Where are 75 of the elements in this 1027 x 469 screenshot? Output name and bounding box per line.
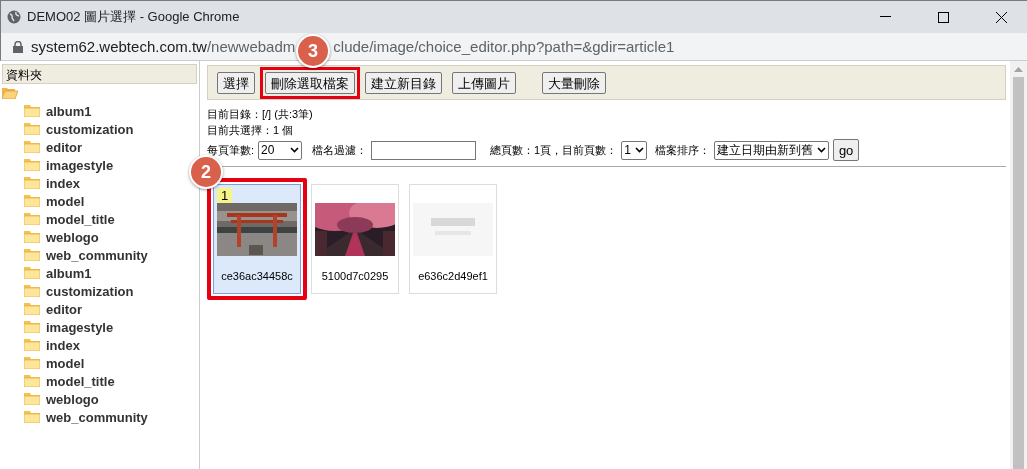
folder-icon (24, 375, 40, 387)
folder-icon (24, 321, 40, 333)
folder-name[interactable]: index (46, 337, 80, 353)
field-label: 檔案排序： (654, 142, 710, 158)
folder-icon (24, 123, 40, 135)
image-thumbnail[interactable]: 1 ce36ac34458c (213, 184, 301, 294)
minimize-icon (879, 16, 891, 18)
folder-icon (24, 231, 40, 243)
globe-icon (7, 10, 21, 24)
chevron-icon (290, 147, 300, 153)
close-icon (995, 11, 1007, 23)
folder-name[interactable]: model (46, 193, 85, 209)
filter-input[interactable] (371, 140, 477, 160)
folder-name[interactable]: album1 (46, 103, 92, 119)
folder-icon (24, 339, 40, 351)
go-button[interactable]: go (832, 139, 860, 161)
sort-select[interactable]: 建立日期由新到舊 (713, 140, 829, 160)
page-info: 總頁數：1頁，目前頁數： (490, 142, 618, 158)
toolbar-button[interactable]: 刪除選取檔案 (265, 71, 355, 94)
image-thumbnail[interactable]: e636c2d49ef1 (409, 184, 497, 294)
folder-name[interactable]: editor (46, 139, 83, 155)
folder-name[interactable]: model (46, 355, 85, 371)
file-name: 5100d7c0295 (320, 270, 390, 282)
folder-icon (24, 195, 40, 207)
chevron-icon (634, 147, 644, 153)
window-title: DEMO02 圖片選擇 - Google Chrome (27, 8, 241, 26)
folder-name[interactable]: index (46, 175, 80, 191)
url-text[interactable]: system62.webtech.com.tw/newwebadm (31, 38, 296, 55)
open-folder-icon[interactable] (2, 87, 18, 99)
folder-icon (24, 393, 40, 405)
image-thumbnail[interactable]: 5100d7c0295 (311, 184, 399, 294)
toolbar-button[interactable]: 建立新目錄 (365, 71, 442, 94)
folder-icon (24, 267, 40, 279)
toolbar-button[interactable]: 上傳圖片 (452, 71, 516, 94)
folder-icon (24, 105, 40, 117)
chevron-icon (816, 147, 826, 153)
folder-name[interactable]: web_community (46, 409, 148, 425)
folder-icon (24, 303, 40, 315)
folder-icon (24, 141, 40, 153)
info-text: 目前目錄：[/] (共:3筆) (207, 107, 314, 122)
folder-icon (24, 357, 40, 369)
folder-name[interactable]: customization (46, 121, 134, 137)
folder-icon (24, 411, 40, 423)
folder-icon (24, 213, 40, 225)
url-text[interactable]: clude/image/choice_editor.php?path=&gdir=article1 (333, 38, 675, 55)
toolbar-button[interactable]: 選擇 (217, 71, 255, 94)
field-label: 每頁筆數: (207, 142, 255, 158)
step-marker: 2 (189, 155, 223, 189)
folder-icon (24, 249, 40, 261)
folder-icon (24, 159, 40, 171)
folder-name[interactable]: weblogo (46, 391, 99, 407)
panel-header: 資料夾 (2, 64, 197, 84)
folder-name[interactable]: customization (46, 283, 134, 299)
scrollbar[interactable] (1010, 61, 1027, 469)
file-name: ce36ac34458c (220, 270, 294, 282)
folder-name[interactable]: weblogo (46, 229, 99, 245)
folder-name[interactable]: imagestyle (46, 157, 114, 173)
selection-number: 1 (217, 188, 233, 203)
info-text: 目前共選擇：1 個 (207, 123, 295, 138)
maximize-icon (937, 11, 949, 23)
toolbar-button[interactable]: 大量刪除 (542, 71, 606, 94)
scroll-up-icon[interactable] (1014, 67, 1023, 73)
folder-name[interactable]: model_title (46, 211, 115, 227)
lock-icon (13, 40, 23, 53)
folder-name[interactable]: imagestyle (46, 319, 114, 335)
folder-icon (24, 285, 40, 297)
folder-name[interactable]: editor (46, 301, 83, 317)
folder-name[interactable]: web_community (46, 247, 148, 263)
folder-name[interactable]: album1 (46, 265, 92, 281)
page-select[interactable]: 1 (621, 140, 647, 160)
field-label: 檔名過濾： (312, 142, 368, 158)
folder-name[interactable]: model_title (46, 373, 115, 389)
per-page-select[interactable]: 20 (258, 140, 303, 160)
file-name: e636c2d49ef1 (417, 270, 489, 282)
folder-icon (24, 177, 40, 189)
